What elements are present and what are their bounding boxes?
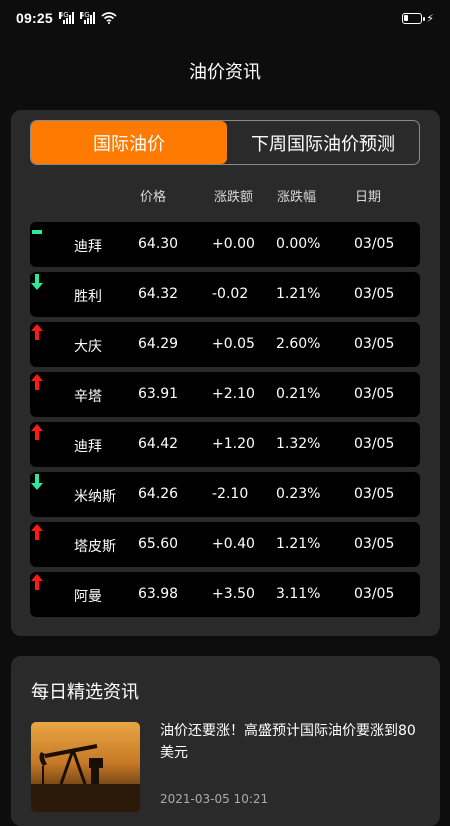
status-time: 09:25 <box>16 10 53 26</box>
title-bar: 油价资讯 <box>0 36 450 106</box>
row-price: 63.91 <box>138 386 179 402</box>
price-row[interactable]: 大庆 64.29 +0.05 2.60% 03/05 <box>30 322 420 367</box>
row-change: +0.40 <box>212 536 255 552</box>
price-row[interactable]: 迪拜 64.30 +0.00 0.00% 03/05 <box>30 222 420 267</box>
battery-icon <box>402 12 426 24</box>
row-change: +3.50 <box>212 586 255 602</box>
row-change: +2.10 <box>212 386 255 402</box>
daily-news-card: 每日精选资讯 油价还要涨！高盛预计国际油价要涨到80美元 2021-03-05 … <box>11 656 440 826</box>
row-pct: 1.21% <box>276 536 321 552</box>
row-name: 辛塔 <box>74 389 102 405</box>
column-header-pct: 涨跌幅 <box>277 190 317 205</box>
oil-pump-image <box>31 744 140 812</box>
row-price: 64.30 <box>138 236 179 252</box>
row-name: 塔皮斯 <box>74 539 116 555</box>
row-date: 03/05 <box>354 486 395 502</box>
row-change: +0.05 <box>212 336 255 352</box>
signal-label: 4G <box>58 11 69 19</box>
row-price: 64.32 <box>138 286 179 302</box>
row-name: 阿曼 <box>74 589 102 605</box>
row-price: 64.29 <box>138 336 179 352</box>
row-pct: 2.60% <box>276 336 321 352</box>
up-arrow-icon <box>31 424 43 440</box>
up-arrow-icon <box>31 374 43 390</box>
flat-trend-icon <box>32 230 42 234</box>
signal-label-2: 4G <box>79 11 90 19</box>
row-date: 03/05 <box>354 336 395 352</box>
row-pct: 3.11% <box>276 586 321 602</box>
cell-signal-roaming-icon: 4G <box>79 11 95 24</box>
row-date: 03/05 <box>354 436 395 452</box>
page-title: 油价资讯 <box>189 62 261 83</box>
status-right: ⚡ <box>402 12 434 25</box>
status-bar: 09:25 4G 4G ⚡ <box>0 0 450 36</box>
row-name: 大庆 <box>74 339 102 355</box>
row-price: 65.60 <box>138 536 179 552</box>
status-left: 09:25 4G 4G <box>16 10 117 26</box>
oil-price-card: 国际油价 下周国际油价预测 价格 涨跌额 涨跌幅 日期 迪拜 64.30 +0.… <box>11 110 440 636</box>
price-row[interactable]: 塔皮斯 65.60 +0.40 1.21% 03/05 <box>30 522 420 567</box>
row-pct: 0.23% <box>276 486 321 502</box>
row-pct: 0.00% <box>276 236 321 252</box>
row-date: 03/05 <box>354 536 395 552</box>
row-pct: 1.21% <box>276 286 321 302</box>
column-header-change: 涨跌额 <box>214 190 254 205</box>
row-date: 03/05 <box>354 386 395 402</box>
column-headers: 价格 涨跌额 涨跌幅 日期 <box>30 186 420 206</box>
news-section-title: 每日精选资讯 <box>31 682 139 703</box>
column-header-date: 日期 <box>355 190 382 205</box>
column-header-price: 价格 <box>140 190 167 205</box>
row-date: 03/05 <box>354 286 395 302</box>
down-arrow-icon <box>31 474 43 490</box>
price-row[interactable]: 米纳斯 64.26 -2.10 0.23% 03/05 <box>30 472 420 517</box>
row-price: 64.42 <box>138 436 179 452</box>
row-name: 迪拜 <box>74 239 102 255</box>
row-name: 米纳斯 <box>74 489 116 505</box>
up-arrow-icon <box>31 524 43 540</box>
price-row[interactable]: 辛塔 63.91 +2.10 0.21% 03/05 <box>30 372 420 417</box>
row-price: 63.98 <box>138 586 179 602</box>
row-name: 迪拜 <box>74 439 102 455</box>
row-change: -0.02 <box>212 286 249 302</box>
news-thumbnail[interactable] <box>31 722 140 812</box>
row-price: 64.26 <box>138 486 179 502</box>
up-arrow-icon <box>31 324 43 340</box>
row-date: 03/05 <box>354 236 395 252</box>
price-tabs: 国际油价 下周国际油价预测 <box>30 120 420 165</box>
up-arrow-icon <box>31 574 43 590</box>
news-time: 2021-03-05 10:21 <box>160 792 269 806</box>
row-change: +0.00 <box>212 236 255 252</box>
down-arrow-icon <box>31 274 43 290</box>
price-row[interactable]: 阿曼 63.98 +3.50 3.11% 03/05 <box>30 572 420 617</box>
wifi-icon <box>101 12 117 24</box>
row-date: 03/05 <box>354 586 395 602</box>
tab-international-oil-price[interactable]: 国际油价 <box>31 121 227 164</box>
row-change: +1.20 <box>212 436 255 452</box>
tab-next-week-forecast[interactable]: 下周国际油价预测 <box>227 121 419 164</box>
row-name: 胜利 <box>74 289 102 305</box>
row-change: -2.10 <box>212 486 249 502</box>
price-row[interactable]: 胜利 64.32 -0.02 1.21% 03/05 <box>30 272 420 317</box>
charging-icon: ⚡ <box>426 11 434 25</box>
price-row[interactable]: 迪拜 64.42 +1.20 1.32% 03/05 <box>30 422 420 467</box>
news-headline[interactable]: 油价还要涨！高盛预计国际油价要涨到80美元 <box>160 720 422 764</box>
cell-signal-icon: 4G <box>58 11 74 24</box>
row-pct: 0.21% <box>276 386 321 402</box>
row-pct: 1.32% <box>276 436 321 452</box>
